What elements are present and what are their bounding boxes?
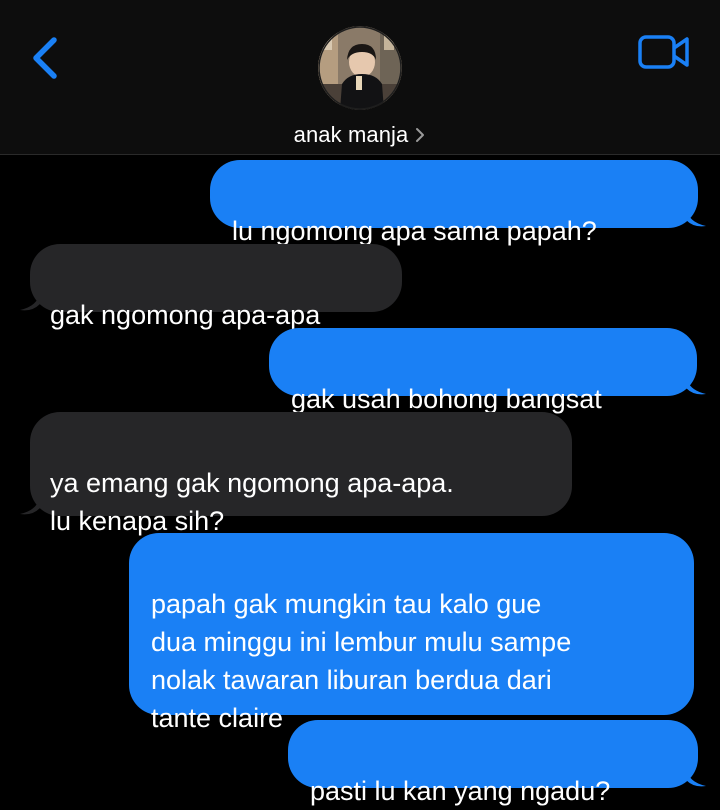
message-bubble-sent[interactable]: lu ngomong apa sama papah? (210, 160, 698, 246)
message-text: pasti lu kan yang ngadu? (310, 776, 611, 806)
message-text: gak ngomong apa-apa (50, 300, 321, 330)
message-text: lu ngomong apa sama papah? (232, 216, 597, 246)
message-bubble-sent[interactable]: gak usah bohong bangsat (269, 328, 697, 414)
message-bubble-received[interactable]: gak ngomong apa-apa (30, 244, 402, 330)
bubble-tail (686, 376, 706, 395)
bubble-tail (20, 292, 40, 311)
back-button[interactable] (22, 30, 72, 86)
contact-avatar[interactable] (318, 26, 402, 110)
message-bubble-sent[interactable]: papah gak mungkin tau kalo gue dua mingg… (129, 533, 694, 733)
message-bubble-received[interactable]: ya emang gak ngomong apa-apa. lu kenapa … (30, 412, 572, 536)
video-camera-icon (638, 35, 689, 69)
contact-name-button[interactable]: anak manja (0, 119, 720, 151)
contact-name: anak manja (293, 122, 409, 147)
message-text: ya emang gak ngomong apa-apa. lu kenapa … (50, 468, 454, 536)
bubble-tail (686, 208, 706, 227)
message-bubble-sent[interactable]: pasti lu kan yang ngadu? (288, 720, 698, 806)
message-text: papah gak mungkin tau kalo gue dua mingg… (151, 589, 572, 733)
chevron-left-icon (33, 37, 57, 79)
message-text: gak usah bohong bangsat (291, 384, 602, 414)
video-call-button[interactable] (636, 32, 692, 72)
bubble-tail (686, 768, 706, 787)
chevron-right-icon (416, 128, 425, 142)
avatar-photo (318, 26, 402, 110)
bubble-tail (20, 496, 40, 515)
header-divider (0, 154, 720, 155)
